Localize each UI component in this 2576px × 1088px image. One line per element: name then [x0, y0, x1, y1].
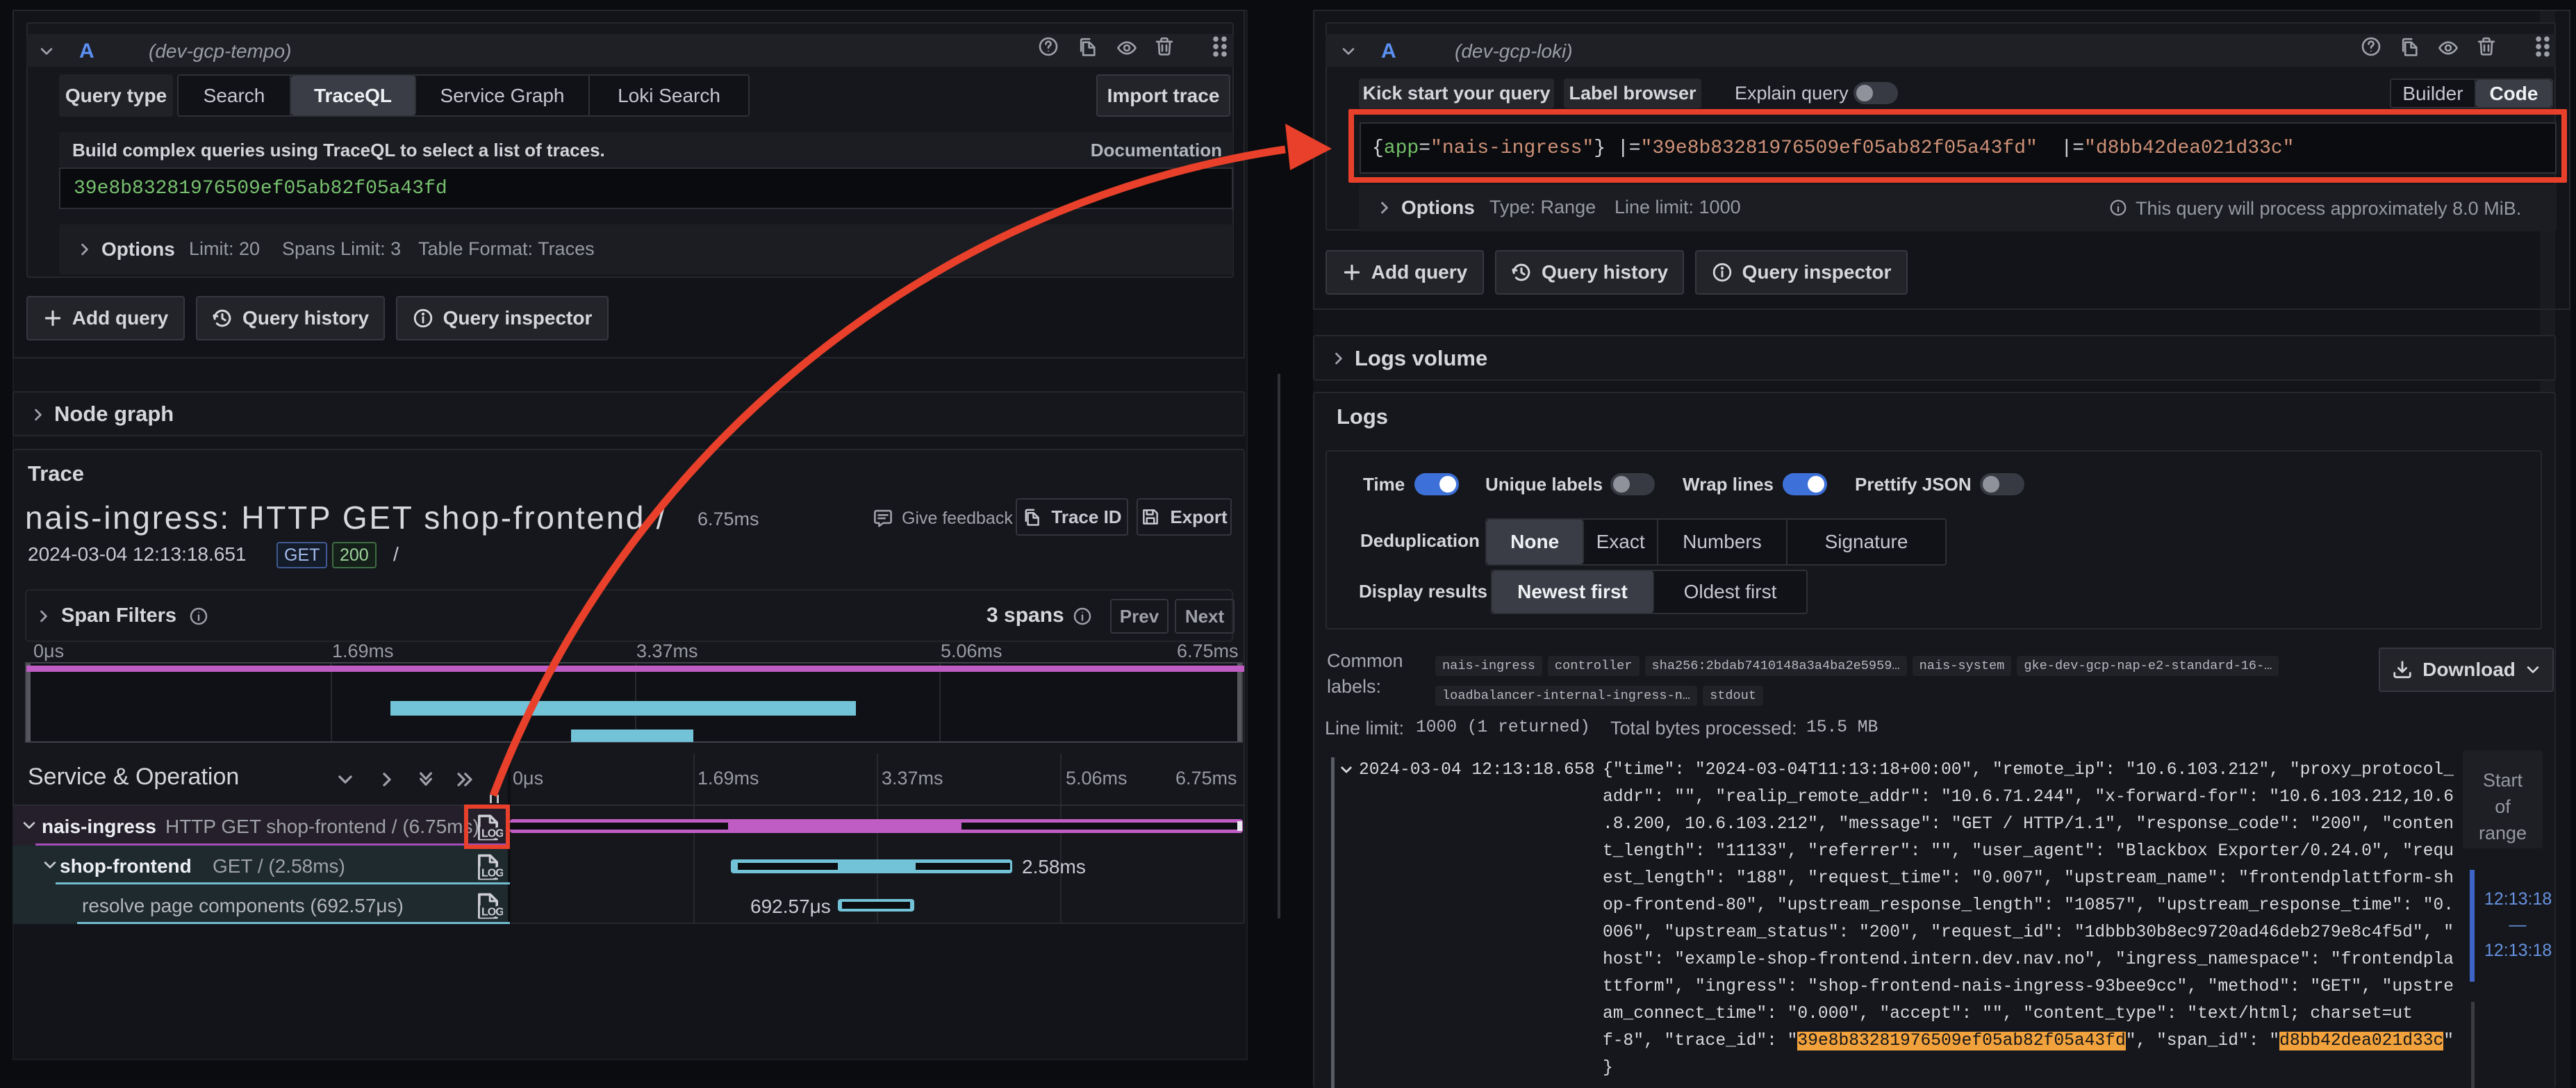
svg-text:LOG: LOG: [481, 906, 503, 918]
svg-text:LOG: LOG: [481, 867, 503, 879]
